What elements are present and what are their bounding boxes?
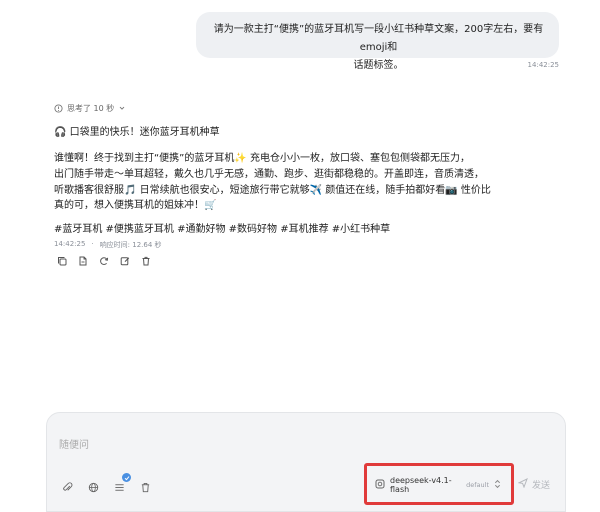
paperclip-icon bbox=[62, 478, 73, 497]
export-icon bbox=[78, 251, 88, 270]
copy-button[interactable] bbox=[56, 254, 68, 266]
answer-time: 14:42:25 bbox=[54, 240, 86, 248]
delete-button[interactable] bbox=[140, 254, 152, 266]
answer-line: 真的可，想入便携耳机的姐妹冲！🛒 bbox=[54, 200, 217, 211]
regenerate-icon bbox=[99, 251, 109, 270]
tools-menu-button[interactable] bbox=[108, 473, 131, 498]
trash-icon bbox=[140, 478, 151, 497]
send-button[interactable]: 发送 bbox=[517, 478, 551, 491]
composer-tools bbox=[56, 473, 156, 499]
thinking-toggle[interactable]: 思考了 10 秒 bbox=[54, 102, 126, 114]
model-selector[interactable]: deepseek-v4.1-flash default bbox=[371, 474, 505, 496]
edit-button[interactable] bbox=[119, 254, 131, 266]
answer-hashtags: #蓝牙耳机 #便携蓝牙耳机 #通勤好物 #数码好物 #耳机推荐 #小红书种草 bbox=[54, 224, 391, 235]
attach-button[interactable] bbox=[56, 476, 78, 498]
copy-icon bbox=[57, 251, 67, 270]
chat-input[interactable] bbox=[59, 425, 554, 465]
user-message-time: 14:42:25 bbox=[527, 61, 559, 69]
meta-separator: · bbox=[91, 240, 94, 248]
delete-icon bbox=[141, 251, 151, 270]
answer-meta: 14:42:25 · 响应时间: 12.64 秒 bbox=[54, 240, 162, 250]
thinking-icon bbox=[54, 103, 63, 113]
user-message-bubble: 请为一款主打“便携”的蓝牙耳机写一段小红书种草文案，200字左右，要有emoji… bbox=[196, 12, 559, 71]
thinking-label: 思考了 10 秒 bbox=[67, 103, 115, 113]
web-search-button[interactable] bbox=[82, 476, 104, 498]
response-time: 响应时间: 12.64 秒 bbox=[99, 241, 162, 249]
answer-line: 听歌播客很舒服🎵 日常续航也很安心，短途旅行带它就够✈️ 颜值还在线，随手拍都好… bbox=[54, 185, 491, 196]
message-actions bbox=[56, 254, 152, 266]
export-button[interactable] bbox=[77, 254, 89, 266]
chevron-down-icon bbox=[118, 104, 126, 112]
user-message-line-1: 请为一款主打“便携”的蓝牙耳机写一段小红书种草文案，200字左右，要有emoji… bbox=[213, 24, 544, 53]
model-tag: default bbox=[466, 481, 489, 489]
model-name: deepseek-v4.1-flash bbox=[390, 476, 452, 494]
send-icon bbox=[517, 478, 528, 491]
model-icon bbox=[375, 479, 385, 491]
regenerate-button[interactable] bbox=[98, 254, 110, 266]
answer-title: 🎧 口袋里的快乐！迷你蓝牙耳机种草 bbox=[54, 127, 220, 138]
clear-button[interactable] bbox=[134, 476, 156, 498]
tools-badge bbox=[122, 473, 131, 482]
edit-icon bbox=[120, 251, 130, 270]
chevron-updown-icon bbox=[494, 479, 501, 491]
user-message-line-2: 话题标签。 bbox=[353, 60, 404, 71]
answer-line: 谁懂啊！终于找到主打“便携”的蓝牙耳机✨ 充电仓小小一枚，放口袋、塞包包侧袋都无… bbox=[54, 153, 470, 164]
send-label: 发送 bbox=[532, 481, 551, 491]
globe-icon bbox=[88, 478, 99, 497]
answer-line: 出门随手带走～单耳超轻，戴久也几乎无感，通勤、跑步、逛街都稳稳的。开盖即连，音质… bbox=[54, 169, 484, 180]
